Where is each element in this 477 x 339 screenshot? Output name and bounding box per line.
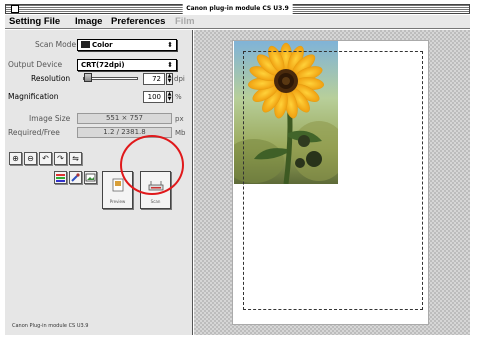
magnification-stepper[interactable]: ▲ ▼ — [166, 91, 173, 103]
output-device-select[interactable]: CRT(72dpi) ⬍ — [77, 59, 177, 71]
required-free-unit: Mb — [175, 129, 186, 137]
zoom-in-icon[interactable]: ⊕ — [9, 152, 22, 165]
rotate-left-icon[interactable]: ↶ — [39, 152, 52, 165]
rotate-right-icon[interactable]: ↷ — [54, 152, 67, 165]
popup-arrows-icon: ⬍ — [167, 41, 173, 49]
scan-mode-value: Color — [92, 41, 113, 49]
close-box[interactable] — [11, 5, 19, 13]
flip-icon[interactable]: ⇋ — [69, 152, 82, 165]
preview-area[interactable] — [194, 30, 470, 335]
output-device-value: CRT(72dpi) — [81, 61, 125, 69]
preview-paper — [232, 40, 429, 325]
required-free-label: Required/Free — [8, 128, 60, 137]
menu-image[interactable]: Image — [75, 16, 102, 28]
resolution-unit: dpi — [174, 75, 185, 83]
menu-film[interactable]: Film — [175, 16, 195, 28]
window-title: Canon plug-in module CS U3.9 — [182, 4, 293, 14]
scan-mode-select[interactable]: Color ⬍ — [77, 39, 177, 51]
resolution-field[interactable]: 72 — [143, 73, 165, 85]
popup-arrows-icon: ⬍ — [167, 61, 173, 69]
zoom-out-icon[interactable]: ⊖ — [24, 152, 37, 165]
preview-button-label: Preview — [109, 199, 126, 204]
crop-frame[interactable] — [243, 51, 423, 310]
image-size-readout: 551 × 757 — [77, 113, 172, 124]
image-size-label: Image Size — [29, 114, 71, 123]
magnification-field[interactable]: 100 — [143, 91, 165, 103]
menu-bar: Setting File Image Preferences Film — [5, 15, 470, 29]
scan-mode-label: Scan Mode — [35, 40, 77, 49]
status-text: Canon Plug-in module CS U3.9 — [12, 323, 89, 329]
color-swatch-icon — [81, 41, 90, 48]
image-size-unit: px — [175, 115, 184, 123]
scan-button-label: Scan — [150, 199, 161, 204]
color-settings-icon[interactable] — [54, 171, 67, 184]
output-device-label: Output Device — [8, 60, 63, 69]
highlight-circle — [120, 135, 184, 195]
menu-preferences[interactable]: Preferences — [111, 16, 165, 28]
magnification-label: Magnification — [8, 92, 59, 101]
resolution-label: Resolution — [31, 74, 71, 83]
window-title-bar[interactable]: Canon plug-in module CS U3.9 — [5, 4, 470, 14]
menu-setting-file[interactable]: Setting File — [9, 16, 60, 28]
resolution-slider-thumb[interactable] — [84, 73, 93, 82]
image-adjust-icon[interactable] — [84, 171, 97, 184]
eyedropper-icon[interactable] — [69, 171, 82, 184]
resolution-stepper[interactable]: ▲ ▼ — [166, 73, 173, 85]
magnification-unit: % — [175, 93, 182, 101]
